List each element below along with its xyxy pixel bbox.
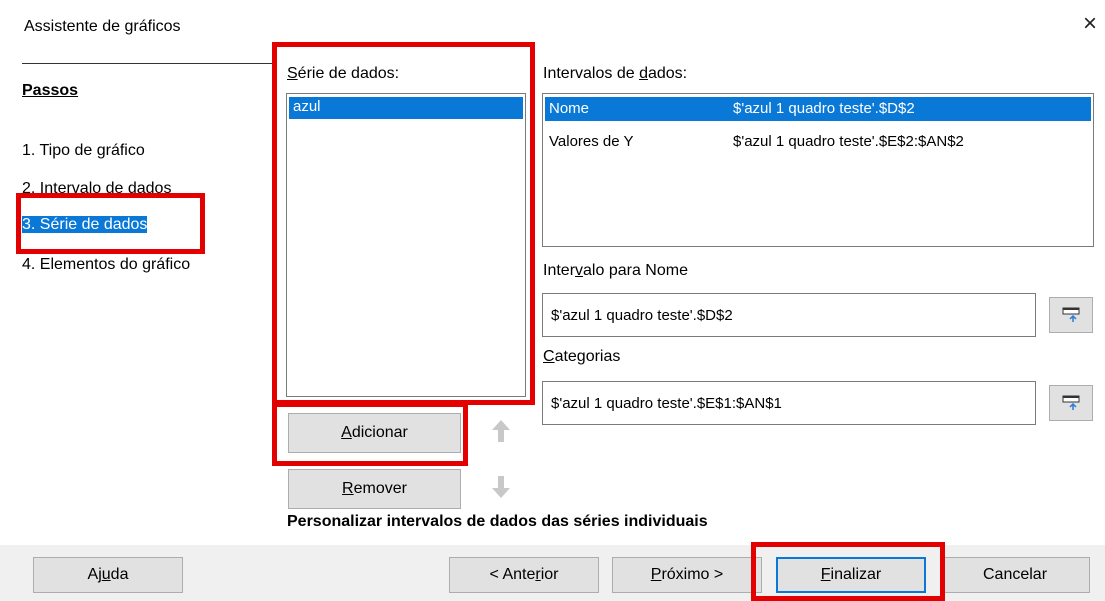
range-value: $'azul 1 quadro teste'.$E$2:$AN$2	[733, 133, 964, 150]
select-range-button[interactable]	[1049, 297, 1093, 333]
move-up-button[interactable]	[485, 413, 517, 449]
help-button[interactable]: Aj u da	[33, 557, 183, 593]
shrink-dialog-icon	[1062, 307, 1080, 322]
step-data-series[interactable]: 3. Série de dados	[22, 216, 148, 234]
step-label: 4. Elementos do gráfico	[22, 256, 191, 273]
range-role: Valores de Y	[549, 133, 634, 150]
data-ranges-table[interactable]: Nome $'azul 1 quadro teste'.$D$2 Valores…	[542, 93, 1094, 247]
series-list[interactable]: azul	[286, 93, 526, 397]
next-button[interactable]: Próximo >	[612, 557, 762, 593]
select-categories-button[interactable]	[1049, 385, 1093, 421]
arrow-down-icon	[492, 476, 510, 498]
table-row[interactable]: Nome $'azul 1 quadro teste'.$D$2	[545, 97, 1091, 121]
step-label: 3. Série de dados	[22, 216, 148, 233]
finish-button[interactable]: Finalizar	[776, 557, 926, 593]
close-icon[interactable]: ×	[1078, 12, 1102, 36]
add-series-button[interactable]: Adicionar	[288, 413, 461, 453]
categories-label: Categorias	[543, 348, 621, 365]
name-range-label: Intervalo para Nome	[543, 262, 688, 279]
step-label: 1. Tipo de gráfico	[22, 142, 145, 159]
range-role: Nome	[549, 100, 590, 117]
series-list-label: Série de dados:	[287, 65, 400, 82]
back-button[interactable]: < Ante r ior	[449, 557, 599, 593]
name-range-input[interactable]: $'azul 1 quadro teste'.$D$2	[542, 293, 1036, 337]
steps-divider	[22, 63, 272, 64]
step-label: 2. Intervalo de dados	[22, 180, 172, 197]
step-data-range[interactable]: 2. Intervalo de dados	[22, 180, 171, 198]
window-title: Assistente de gráficos	[24, 18, 181, 35]
step-chart-type[interactable]: 1. Tipo de gráfico	[22, 142, 145, 160]
range-value: $'azul 1 quadro teste'.$D$2	[733, 100, 915, 117]
hint-text: Personalizar intervalos de dados das sér…	[287, 513, 708, 530]
cancel-button[interactable]: Cancelar	[940, 557, 1090, 593]
data-ranges-label: Intervalos de dados:	[543, 65, 688, 82]
steps-title: Passos	[22, 82, 79, 99]
categories-input[interactable]: $'azul 1 quadro teste'.$E$1:$AN$1	[542, 381, 1036, 425]
table-row[interactable]: Valores de Y $'azul 1 quadro teste'.$E$2…	[545, 130, 1091, 154]
list-item[interactable]: azul	[289, 97, 523, 119]
shrink-dialog-icon	[1062, 395, 1080, 410]
arrow-up-icon	[492, 420, 510, 442]
move-down-button[interactable]	[485, 469, 517, 505]
step-chart-elements[interactable]: 4. Elementos do gráfico	[22, 256, 190, 274]
remove-series-button[interactable]: Remover	[288, 469, 461, 509]
